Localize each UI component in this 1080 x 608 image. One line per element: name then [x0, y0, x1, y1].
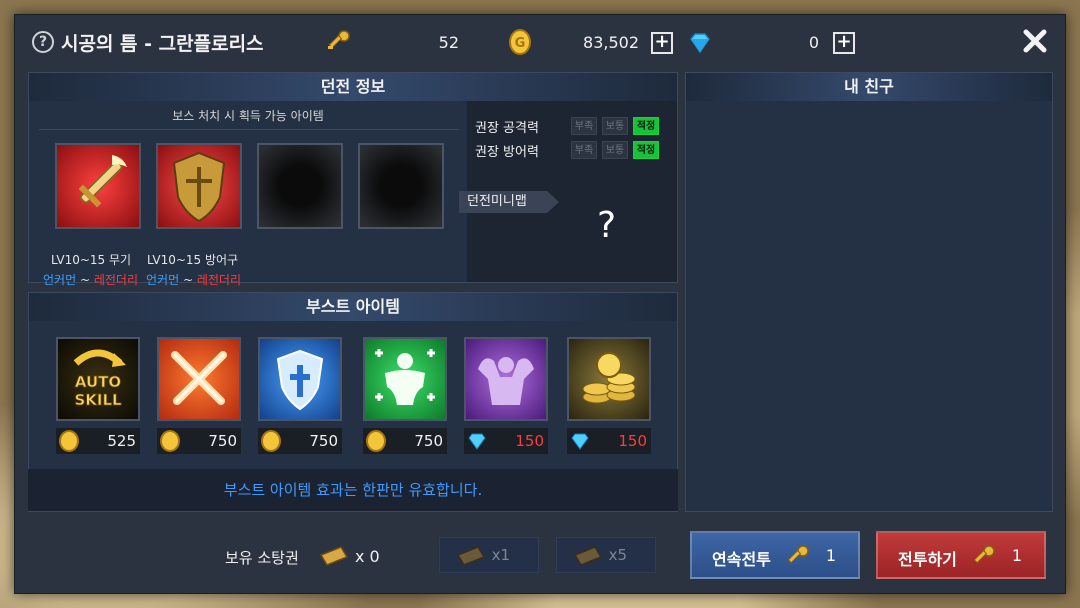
reward-armor-slot[interactable]: [156, 143, 242, 229]
sweep-x1-button[interactable]: x1: [439, 537, 539, 573]
weapon-grade-range: 언커먼 ~ 레전더리: [43, 271, 138, 288]
sweep-x5-label: x5: [608, 546, 627, 564]
drop-caption: 보스 처치 시 획득 가능 아이템: [172, 109, 324, 123]
sweep-ticket-icon: [456, 546, 486, 566]
price-value: 150: [618, 432, 647, 450]
boost-attack[interactable]: [157, 337, 241, 421]
level-low: 부족: [571, 141, 597, 159]
dungeon-dialog: ? 시공의 틈 - 그란플로리스 52 G 83,502 + 0 + 던전 정보…: [14, 14, 1066, 594]
gold-coin-icon: [261, 430, 281, 452]
boost-stat[interactable]: [464, 337, 548, 421]
boost-auto-skill[interactable]: AUTO SKILL: [56, 337, 140, 421]
add-gold-button[interactable]: +: [651, 32, 673, 54]
boost-defense[interactable]: [258, 337, 342, 421]
price-tag: 150: [464, 428, 548, 454]
level-ok: 적정: [633, 141, 659, 159]
divider: [39, 129, 459, 130]
sword-icon: [78, 155, 127, 208]
gold-coin-icon: [160, 430, 180, 452]
gold-coin-icon: [366, 430, 386, 452]
continuous-battle-button[interactable]: 연속전투 1: [690, 531, 860, 579]
price-value: 525: [107, 432, 136, 450]
diamond-icon: [571, 433, 589, 450]
owned-sweep-label: 보유 소탕권: [225, 549, 299, 567]
strongman-icon: [478, 357, 534, 405]
auto-skill-icon: AUTO SKILL: [73, 349, 126, 409]
boost-notice-bar: 부스트 아이템 효과는 한판만 유효합니다.: [28, 469, 678, 511]
level-mid: 보통: [602, 117, 628, 135]
defense-recommendation: 권장 방어력 부족 보통 적정: [475, 141, 671, 160]
friends-header: 내 친구: [686, 73, 1052, 101]
sweep-ticket-icon: [319, 546, 349, 566]
price-value: 750: [309, 432, 338, 450]
key-icon: [973, 545, 995, 564]
shield-cross-icon: [276, 349, 324, 411]
key-icon: [787, 545, 809, 564]
dungeon-info-header: 던전 정보: [29, 73, 677, 101]
level-mid: 보통: [602, 141, 628, 159]
svg-text:AUTO: AUTO: [75, 373, 121, 391]
minimap-label: 던전미니맵: [459, 191, 559, 213]
close-icon[interactable]: [1021, 27, 1049, 55]
level-ok: 적정: [633, 117, 659, 135]
sweep-ticket-icon: [573, 546, 603, 566]
continuous-battle-label: 연속전투: [712, 550, 771, 569]
friends-panel: 내 친구: [685, 72, 1053, 512]
grade-uncommon: 언커먼: [146, 273, 180, 287]
grade-separator: ~: [182, 273, 194, 287]
boost-notice: 부스트 아이템 효과는 한판만 유효합니다.: [223, 481, 483, 499]
start-battle-label: 전투하기: [898, 550, 957, 569]
armor-level-label: LV10~15 방어구: [147, 253, 239, 267]
shield-icon: [172, 151, 226, 223]
boost-header: 부스트 아이템: [29, 293, 677, 321]
price-tag: 750: [363, 428, 447, 454]
start-battle-cost: 1: [1011, 546, 1022, 565]
reward-empty-slot: [358, 143, 444, 229]
continuous-battle-cost: 1: [825, 546, 836, 565]
price-tag: 750: [157, 428, 241, 454]
reward-empty-slot: [257, 143, 343, 229]
muscle-plus-icon: [375, 349, 435, 405]
grade-legendary: 레전더리: [93, 273, 139, 287]
level-low: 부족: [571, 117, 597, 135]
coin-stack-icon: [582, 352, 636, 404]
price-value: 750: [208, 432, 237, 450]
gold-coin-icon: [59, 430, 79, 452]
top-bar: ? 시공의 틈 - 그란플로리스 52 G 83,502 + 0 +: [15, 15, 1065, 71]
reward-weapon-slot[interactable]: [55, 143, 141, 229]
sweep-x1-label: x1: [491, 546, 510, 564]
weapon-level-label: LV10~15 무기: [51, 253, 132, 267]
svg-text:G: G: [515, 36, 526, 51]
price-tag: 150: [567, 428, 651, 454]
diamond-icon: [468, 433, 486, 450]
gold-amount: 83,502: [583, 33, 639, 52]
price-value: 150: [515, 432, 544, 450]
diamond-icon: [690, 33, 710, 54]
dungeon-title: 시공의 틈 - 그란플로리스: [61, 33, 264, 55]
owned-sweep-count: x 0: [355, 547, 380, 566]
help-icon[interactable]: ?: [32, 31, 54, 53]
sweep-x5-button[interactable]: x5: [556, 537, 656, 573]
gold-coin-icon: G: [509, 29, 531, 55]
grade-legendary: 레전더리: [196, 273, 242, 287]
minimap-unknown[interactable]: ?: [597, 205, 616, 246]
svg-text:SKILL: SKILL: [74, 391, 122, 409]
price-value: 750: [414, 432, 443, 450]
add-gem-button[interactable]: +: [833, 32, 855, 54]
stat-label: 권장 공격력: [475, 121, 539, 136]
armor-grade-range: 언커먼 ~ 레전더리: [146, 271, 241, 288]
gem-amount: 0: [808, 33, 819, 52]
boost-gold[interactable]: [567, 337, 651, 421]
attack-recommendation: 권장 공격력 부족 보통 적정: [475, 117, 671, 136]
start-battle-button[interactable]: 전투하기 1: [876, 531, 1046, 579]
price-tag: 750: [258, 428, 342, 454]
key-icon: [328, 30, 350, 49]
crossed-swords-icon: [171, 351, 227, 405]
grade-uncommon: 언커먼: [43, 273, 77, 287]
stat-label: 권장 방어력: [475, 145, 539, 160]
key-count: 52: [438, 33, 459, 52]
grade-separator: ~: [79, 273, 91, 287]
boost-hp[interactable]: [363, 337, 447, 421]
price-tag: 525: [56, 428, 140, 454]
